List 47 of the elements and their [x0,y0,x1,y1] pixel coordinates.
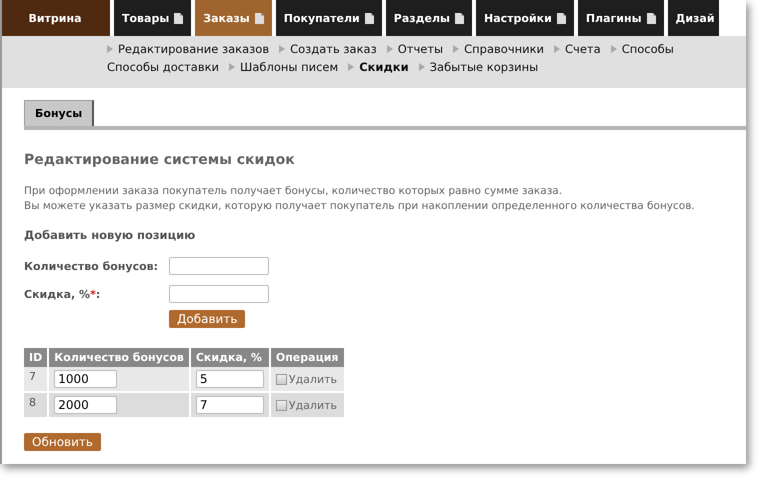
field-label: Скидка, %*: [24,288,102,300]
document-icon [455,12,464,24]
submenu-link[interactable]: Справочники [464,42,544,56]
input-field[interactable] [169,257,269,275]
submenu-link[interactable]: Забытые корзины [430,60,538,74]
submenu-link[interactable]: Шаблоны писем [240,60,338,74]
nav-tab[interactable]: Настройки [476,0,574,36]
column-header: Операция [270,348,344,367]
input-field[interactable]: 7 [196,396,264,414]
table-cell: 8 [24,392,48,418]
update-button[interactable]: Обновить [24,433,101,451]
checkbox[interactable] [276,400,287,411]
column-header: ID [24,348,48,367]
input-field[interactable]: 1000 [54,370,118,388]
tab[interactable]: Бонусы [24,100,94,126]
nav-tab[interactable]: Товары [114,0,192,36]
section-heading: Добавить новую позицию [24,228,196,242]
document-icon [254,12,264,24]
nav-tab[interactable]: Заказы [195,0,272,36]
page-heading: Редактирование системы скидок [24,152,296,168]
submenu-link[interactable]: Способы доставки [107,60,220,74]
input-field[interactable] [169,285,269,303]
submenu-link[interactable]: Счета [565,42,601,56]
nav-tab[interactable]: Покупатели [276,0,382,36]
nav-tab[interactable]: Витрина [2,0,110,36]
add-button[interactable]: Добавить [169,310,246,328]
input-field[interactable]: 5 [196,370,264,388]
submenu-link[interactable]: Способы [622,42,674,56]
description-text: Вы можете указать размер скидки, которую получает покупатель при накоплении определенного количества бонусов. [24,199,696,214]
document-icon [556,12,566,24]
document-icon [174,12,184,24]
submenu-link[interactable]: Скидки [359,60,409,74]
nav-tab[interactable]: Разделы [386,0,472,36]
document-icon [364,12,374,24]
checkbox[interactable] [276,374,287,385]
nav-tab[interactable]: Плагины [578,0,664,36]
column-header: Количество бонусов [48,348,190,367]
submenu-link[interactable]: Отчеты [398,42,444,56]
submenu-link[interactable]: Редактирование заказов [118,42,270,56]
field-label: Количество бонусов: [24,260,160,272]
column-header: Скидка, % [190,348,270,367]
document-icon [646,12,656,24]
submenu-link[interactable]: Создать заказ [290,42,377,56]
description-text: При оформлении заказа покупатель получает бонусы, количество которых равно сумме заказа. [24,184,564,199]
nav-tab[interactable]: Дизай [668,0,719,36]
input-field[interactable]: 2000 [54,396,118,414]
table-cell: 7 [24,367,48,392]
